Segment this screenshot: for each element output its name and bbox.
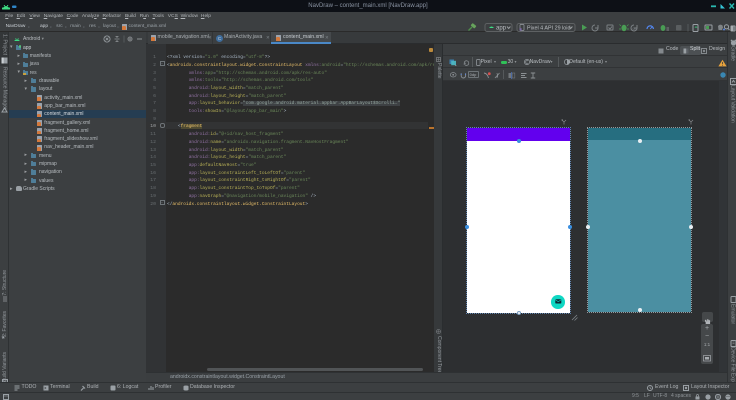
svg-text:app: app	[496, 26, 507, 32]
svg-text:Pixel 4 API 29 loid: Pixel 4 API 29 loid	[527, 26, 570, 32]
svg-text:G: G	[633, 26, 636, 31]
